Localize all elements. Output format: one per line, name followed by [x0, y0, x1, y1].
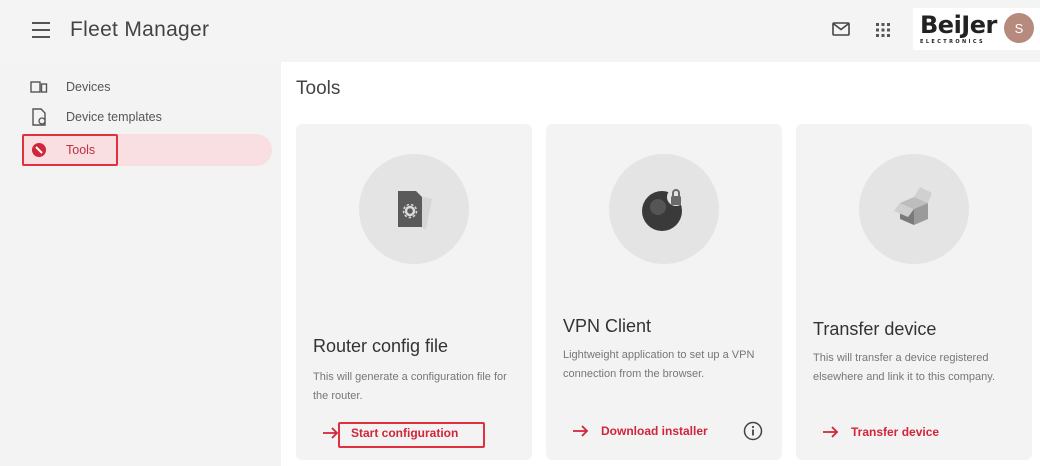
apps-grid-icon[interactable]: [875, 22, 891, 38]
arrow-right-icon: [323, 427, 339, 439]
router-config-file-icon: [359, 154, 469, 264]
info-icon[interactable]: [743, 421, 763, 441]
open-box-icon: [859, 154, 969, 264]
beijer-logo: BeiJer ELECTRONICS S: [913, 8, 1040, 50]
sidebar-item-devices[interactable]: Devices: [24, 72, 272, 102]
user-avatar[interactable]: S: [1004, 13, 1034, 43]
card-title: Router config file: [313, 336, 449, 356]
brand-name: BeiJer: [920, 11, 997, 39]
card-title: VPN Client: [563, 316, 652, 336]
top-app-bar: Fleet Manager BeiJer ELECTRONICS S: [0, 0, 1040, 62]
action-label: Start configuration: [351, 426, 459, 440]
hamburger-menu-icon[interactable]: [32, 22, 50, 38]
router-config-card: Router config file This will generate a …: [296, 124, 532, 460]
page-title: Tools: [296, 78, 341, 99]
mail-icon[interactable]: [832, 22, 850, 36]
card-description: This will transfer a device registered e…: [813, 352, 995, 383]
card-description: This will generate a configuration file …: [313, 371, 507, 402]
transfer-device-card: Transfer device This will transfer a dev…: [796, 124, 1032, 460]
app-title: Fleet Manager: [70, 18, 210, 41]
start-configuration-link[interactable]: Start configuration: [323, 426, 458, 440]
tools-icon: [30, 141, 48, 159]
transfer-device-link[interactable]: Transfer device: [823, 425, 939, 439]
action-label: Transfer device: [851, 425, 940, 439]
vpn-client-card: VPN Client Lightweight application to se…: [546, 124, 782, 460]
action-label: Download installer: [601, 424, 708, 438]
main-content: Tools Router config file This will gener…: [281, 62, 1040, 466]
arrow-right-icon: [573, 425, 589, 437]
template-file-icon: [30, 108, 48, 126]
card-title: Transfer device: [813, 319, 937, 339]
sidebar-item-label: Tools: [66, 143, 96, 157]
vpn-globe-lock-icon: [609, 154, 719, 264]
devices-icon: [30, 78, 48, 96]
sidebar-item-tools[interactable]: Tools: [22, 134, 272, 166]
arrow-right-icon: [823, 426, 839, 438]
sidebar-item-device-templates[interactable]: Device templates: [24, 102, 272, 132]
brand-subtitle: ELECTRONICS: [920, 39, 986, 45]
sidebar-item-label: Devices: [66, 80, 111, 94]
sidebar-item-label: Device templates: [66, 110, 162, 124]
card-description: Lightweight application to set up a VPN …: [563, 349, 755, 380]
download-installer-link[interactable]: Download installer: [573, 424, 708, 438]
